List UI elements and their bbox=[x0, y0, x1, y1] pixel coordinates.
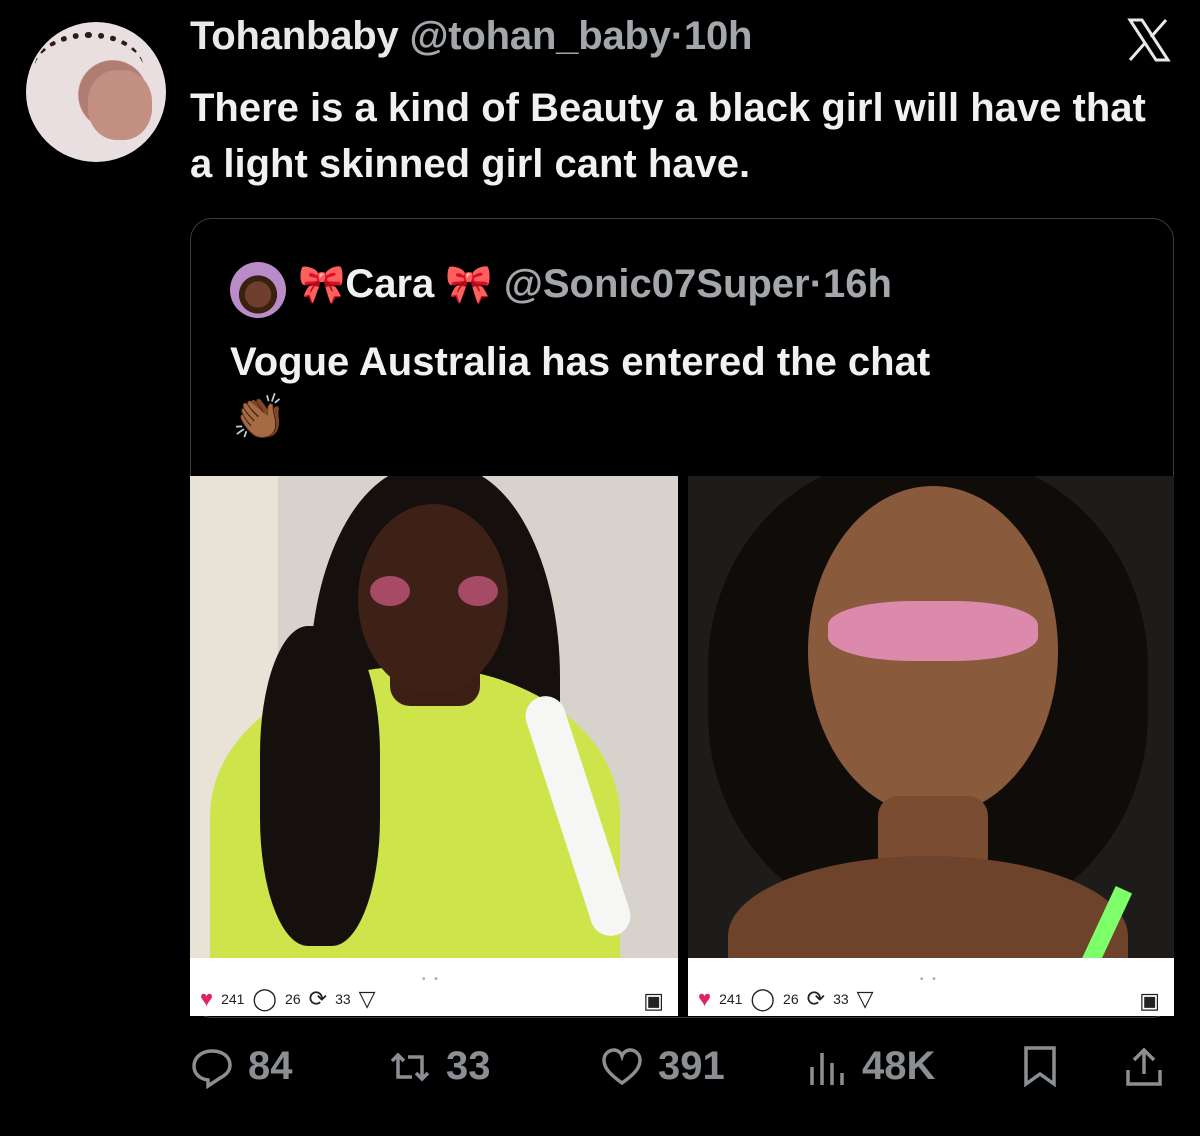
quoted-tweet-text: Vogue Australia has entered the chat bbox=[230, 340, 931, 384]
views-icon bbox=[810, 1052, 844, 1085]
photo-eyeshadow bbox=[828, 601, 1038, 661]
reply-count: 84 bbox=[248, 1044, 293, 1088]
image-likes: 241 bbox=[719, 991, 743, 1007]
quoted-image-left[interactable]: • • ♥ 241 ◯ 26 ⟳ 33 ▽ ▣ bbox=[190, 476, 678, 1016]
views-button[interactable]: 48K bbox=[804, 1044, 935, 1089]
carousel-dots: • • bbox=[920, 974, 939, 985]
bow-emoji: 🎀 bbox=[445, 264, 493, 306]
retweet-count: 33 bbox=[446, 1044, 491, 1088]
quoted-author-avatar[interactable] bbox=[230, 262, 286, 318]
retweet-button[interactable]: 33 bbox=[388, 1044, 491, 1089]
author-handle[interactable]: @tohan_baby bbox=[410, 14, 671, 58]
retweet-icon bbox=[390, 1052, 430, 1081]
bookmark-button[interactable] bbox=[1018, 1044, 1062, 1088]
author-avatar[interactable] bbox=[26, 22, 166, 162]
tweet-header: Tohanbaby @tohan_baby·10h bbox=[190, 14, 752, 59]
clapping-hands-emoji: 👏🏾 bbox=[232, 393, 287, 442]
photo-right bbox=[688, 476, 1174, 958]
bookmark-icon: ▣ bbox=[643, 988, 664, 1013]
repost-icon: ⟳ bbox=[806, 986, 826, 1011]
quoted-header-separator: · bbox=[809, 262, 823, 306]
like-count: 391 bbox=[658, 1044, 725, 1088]
image-stats-right: ♥ 241 ◯ 26 ⟳ 33 ▽ bbox=[698, 988, 874, 1010]
image-reposts: 33 bbox=[833, 991, 849, 1007]
quoted-image-right[interactable]: • • ♥ 241 ◯ 26 ⟳ 33 ▽ ▣ bbox=[688, 476, 1174, 1016]
photo-hair-strand bbox=[260, 626, 380, 946]
share-button[interactable] bbox=[1122, 1044, 1166, 1088]
quoted-tweet-header: 🎀Cara 🎀 @Sonic07Super·16h bbox=[298, 262, 892, 307]
quoted-author-handle[interactable]: @Sonic07Super bbox=[504, 262, 810, 306]
quoted-author-name[interactable]: Cara bbox=[345, 262, 434, 306]
photo-blush bbox=[458, 576, 498, 606]
image-divider bbox=[678, 476, 688, 1016]
bow-emoji: 🎀 bbox=[298, 264, 346, 306]
reply-button[interactable]: 84 bbox=[190, 1044, 293, 1089]
quoted-tweet-time[interactable]: 16h bbox=[823, 262, 892, 306]
photo-left bbox=[190, 476, 678, 958]
author-name[interactable]: Tohanbaby bbox=[190, 14, 399, 58]
tweet-action-bar: 84 33 391 48K bbox=[190, 1044, 1170, 1100]
carousel-dots: • • bbox=[422, 974, 441, 985]
photo-blush bbox=[370, 576, 410, 606]
like-icon bbox=[602, 1047, 642, 1085]
share-icon bbox=[1126, 1047, 1162, 1086]
tweet-text: There is a kind of Beauty a black girl w… bbox=[190, 86, 1146, 186]
reply-icon bbox=[192, 1048, 232, 1089]
image-reposts: 33 bbox=[335, 991, 351, 1007]
image-comments: 26 bbox=[783, 991, 799, 1007]
like-button[interactable]: 391 bbox=[600, 1044, 725, 1089]
heart-icon: ♥ bbox=[200, 986, 214, 1011]
repost-icon: ⟳ bbox=[308, 986, 328, 1011]
image-comments: 26 bbox=[285, 991, 301, 1007]
bookmark-icon bbox=[1024, 1046, 1056, 1088]
avatar-face bbox=[88, 70, 152, 140]
heart-icon: ♥ bbox=[698, 986, 712, 1011]
views-count: 48K bbox=[862, 1044, 936, 1088]
header-separator: · bbox=[670, 14, 684, 58]
comment-icon: ◯ bbox=[252, 986, 278, 1011]
tweet-time[interactable]: 10h bbox=[684, 14, 753, 58]
image-likes: 241 bbox=[221, 991, 245, 1007]
comment-icon: ◯ bbox=[750, 986, 776, 1011]
bookmark-icon: ▣ bbox=[1139, 988, 1160, 1013]
send-icon: ▽ bbox=[358, 986, 376, 1011]
image-stats-left: ♥ 241 ◯ 26 ⟳ 33 ▽ bbox=[200, 988, 376, 1010]
x-logo-icon[interactable] bbox=[1124, 16, 1172, 64]
send-icon: ▽ bbox=[856, 986, 874, 1011]
